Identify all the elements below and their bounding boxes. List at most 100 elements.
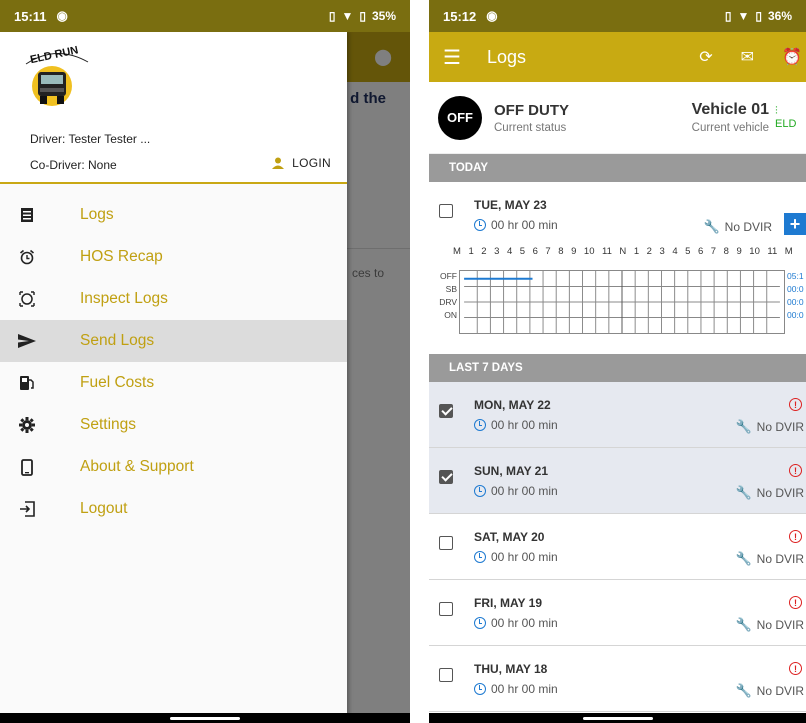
dvir-text: No DVIR [756,420,804,434]
hour-label: 7 [710,246,717,257]
day-row[interactable]: MON, MAY 22 00 hr 00 min! 🔧 No DVIR [429,382,806,448]
vehicle-info[interactable]: Vehicle 01 Current vehicle [692,101,769,134]
dvir-status[interactable]: 🔧 No DVIR [735,617,804,633]
clock-icon [474,219,486,231]
duty-row-label: SB [445,284,457,294]
person-icon [272,157,285,169]
hour-label: 2 [646,246,652,257]
alert-icon[interactable]: ! [789,464,802,477]
status-time: 15:11 [14,8,47,24]
svg-text:ELD RUN: ELD RUN [29,44,79,66]
log-duration: 00 hr 00 min [474,550,558,564]
day-row[interactable]: SAT, MAY 20 00 hr 00 min! 🔧 No DVIR [429,514,806,580]
day-row[interactable]: THU, MAY 18 00 hr 00 min! 🔧 No DVIR [429,646,806,712]
menu-item-about-support[interactable]: About & Support [0,446,347,488]
drawer-menu: Logs HOS Recap Inspect Logs Send Logs Fu… [0,184,347,530]
log-checkbox[interactable] [439,204,453,218]
log-duration: 00 hr 00 min [474,682,558,696]
alert-icon[interactable]: ! [789,662,802,675]
add-dvir-button[interactable]: + [784,213,806,235]
dvir-text: No DVIR [756,552,804,566]
log-checkbox[interactable] [439,602,453,616]
day-row[interactable]: FRI, MAY 19 00 hr 00 min! 🔧 No DVIR [429,580,806,646]
wrench-icon: 🔧 [735,551,752,566]
left-screen: 15:11◉ ▯▼▯35% ⬤ d the ces to ELD RUN Dri… [0,0,410,723]
hour-label: 8 [723,246,729,257]
inspect-icon [0,291,80,307]
battery-level: 35% [371,9,396,23]
log-date: SAT, MAY 20 [474,530,545,544]
list-icon [0,207,80,223]
hour-label: 5 [685,246,691,257]
duty-status-badge[interactable]: OFF [438,95,482,140]
log-checkbox[interactable] [439,668,453,682]
duty-row-label: ON [444,310,457,320]
menu-item-label: HOS Recap [80,248,163,265]
home-handle[interactable] [582,717,653,720]
wrench-icon: 🔧 [703,219,720,234]
dvir-status[interactable]: 🔧 No DVIR [703,219,772,235]
driver-name: Driver: Tester Tester ... [30,132,151,146]
sync-icon[interactable]: ⟳ [699,47,712,67]
menu-item-settings[interactable]: Settings [0,404,347,446]
duration-text: 00 hr 00 min [491,616,558,630]
alarm-icon[interactable]: ⏰ [782,47,802,67]
menu-item-hos-recap[interactable]: HOS Recap [0,236,347,278]
wifi-icon: ▼ [737,9,750,23]
clock-icon [474,617,486,629]
menu-item-inspect-logs[interactable]: Inspect Logs [0,278,347,320]
log-checkbox[interactable] [439,404,453,418]
hour-label: N [619,246,627,257]
menu-item-label: Logs [80,206,114,223]
hour-label: 3 [494,246,500,257]
notification-icon: ◉ [56,8,68,23]
duty-row-labels: OFF SB DRV ON [437,270,457,322]
duty-row-label: OFF [440,271,457,281]
menu-item-logs[interactable]: Logs [0,194,347,236]
hour-labels: M 1 2 3 4 5 6 7 8 9 10 11 N 1 2 3 4 5 6 7 8 9 10 11 M [453,246,793,257]
page-title: Logs [486,46,526,67]
alarm-icon [0,249,80,265]
hour-label: M [453,246,461,257]
alert-icon[interactable]: ! [789,530,802,543]
section-header-today: TODAY [429,154,806,182]
menu-item-label: About & Support [80,458,194,475]
hour-label: 9 [736,246,742,257]
battery-level: 36% [767,9,792,23]
dvir-status[interactable]: 🔧 No DVIR [735,485,804,501]
day-row[interactable]: SUN, MAY 21 00 hr 00 min! 🔧 No DVIR [429,448,806,514]
codriver-name: Co-Driver: None [30,158,117,172]
hour-label: 10 [583,246,595,257]
dvir-status[interactable]: 🔧 No DVIR [735,551,804,567]
hour-label: 6 [697,246,704,257]
battery-icon: ▯ [755,9,762,23]
login-label: LOGIN [292,156,331,170]
log-date: FRI, MAY 19 [474,596,543,610]
today-log[interactable]: TUE, MAY 23 00 hr 00 min 🔧 No DVIR + M123… [429,182,806,354]
alert-icon[interactable]: ! [789,398,802,411]
menu-item-label: Inspect Logs [80,290,168,307]
alert-icon[interactable]: ! [789,596,802,609]
hour-label: 8 [558,246,564,257]
menu-icon[interactable]: ☰ [443,45,461,70]
menu-item-logout[interactable]: Logout [0,488,347,530]
wrench-icon: 🔧 [735,683,752,698]
dvir-status[interactable]: 🔧 No DVIR [735,419,804,435]
dvir-status[interactable]: 🔧 No DVIR [735,683,804,699]
login-button[interactable]: LOGIN [271,156,331,170]
status-time: 15:12 [443,8,477,24]
duration-text: 00 hr 00 min [491,550,558,564]
current-status-row: OFF OFF DUTY Current status Vehicle 01 C… [429,82,806,154]
menu-item-send-logs[interactable]: Send Logs [0,320,347,362]
wrench-icon: 🔧 [735,419,752,434]
eld-connection[interactable]: ⫶ ELD [775,105,797,130]
mail-icon[interactable]: ✉ [741,47,754,67]
menu-item-fuel-costs[interactable]: Fuel Costs [0,362,347,404]
home-handle[interactable] [170,717,240,720]
wrench-icon: 🔧 [735,617,752,632]
log-checkbox[interactable] [439,536,453,550]
duty-totals: 05:1 00:0 00:0 00:0 [787,270,804,322]
menu-item-label: Send Logs [80,332,155,349]
hour-label: 4 [506,246,513,257]
log-checkbox[interactable] [439,470,453,484]
